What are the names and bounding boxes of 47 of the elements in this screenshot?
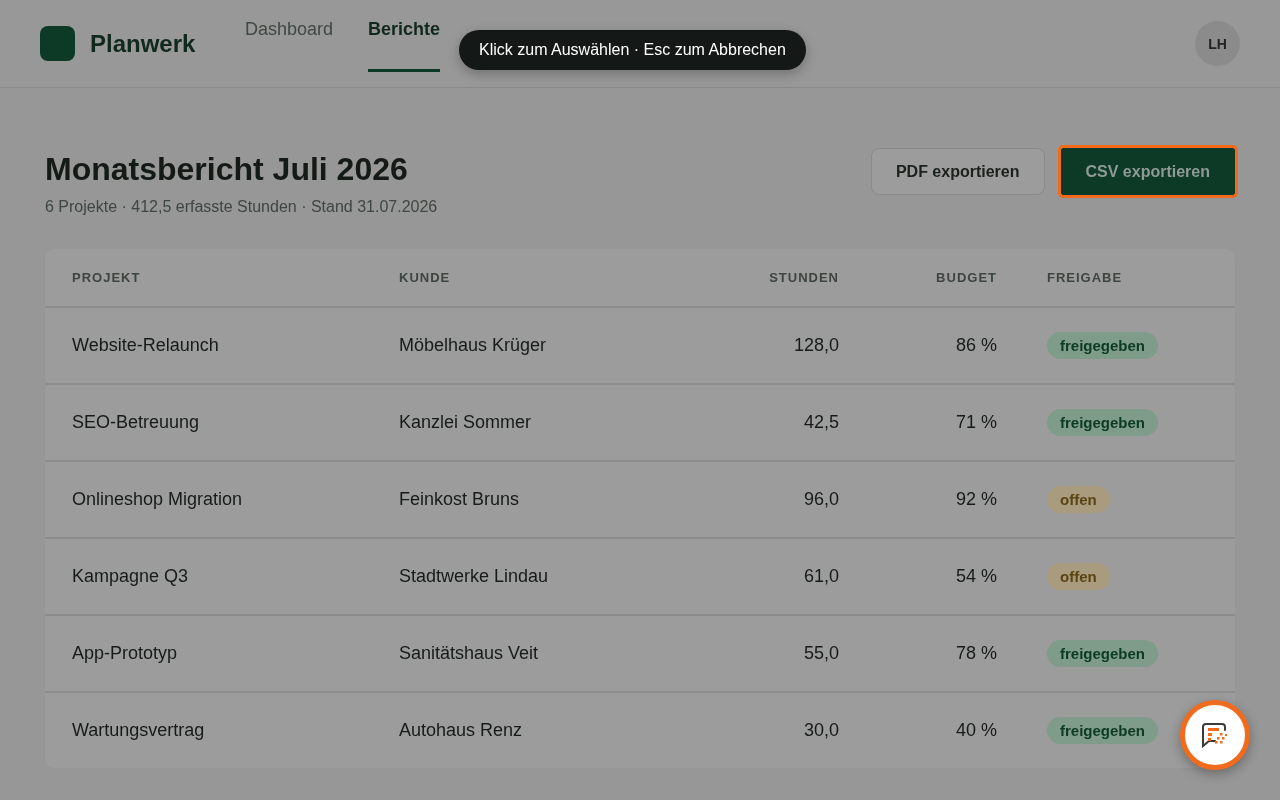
page-subtitle: 6 Projekte · 412,5 erfasste Stunden · Stand 31.07.2026: [45, 198, 438, 216]
table-cell-text: Sanitätshaus Veit: [399, 643, 540, 664]
status-badge: freigegeben: [1047, 640, 1159, 667]
nav-tab[interactable]: Dashboard: [245, 0, 334, 72]
table-cell-text: Onlineshop Migration: [72, 489, 244, 510]
table-cell-text: 128,0: [792, 335, 839, 356]
status-badge: offen: [1047, 486, 1110, 513]
user-avatar[interactable]: LH: [1195, 21, 1240, 66]
status-badge: offen: [1047, 563, 1110, 590]
table-cell-text: 54 %: [954, 566, 997, 587]
table-cell-text: Stadtwerke Lindau: [399, 566, 550, 587]
table-cell-text: Feinkost Bruns: [399, 489, 521, 510]
nav-tab[interactable]: Berichte: [368, 0, 441, 72]
logo-icon: [40, 26, 75, 61]
table-cell-text: 40 %: [954, 720, 997, 741]
status-badge: freigegeben: [1047, 332, 1159, 359]
status-badge: freigegeben: [1047, 409, 1159, 436]
column-header: KUNDE: [399, 270, 452, 285]
status-badge: freigegeben: [1047, 717, 1159, 744]
table-cell-text: Website-Relaunch: [72, 335, 220, 356]
table-cell-text: 78 %: [954, 643, 997, 664]
table-cell-text: 71 %: [954, 412, 997, 433]
table-cell-text: SEO-Betreuung: [72, 412, 201, 433]
export-button[interactable]: PDF exportieren: [870, 148, 1045, 195]
app-name: Planwerk: [90, 29, 196, 58]
table-cell-text: 61,0: [802, 566, 839, 587]
table-cell-text: 92 %: [954, 489, 997, 510]
column-header: BUDGET: [935, 270, 997, 285]
column-header: PROJEKT: [72, 270, 142, 285]
column-header: STUNDEN: [768, 270, 839, 285]
table-cell-text: Kanzlei Sommer: [399, 412, 533, 433]
table-cell-text: App-Prototyp: [72, 643, 179, 664]
chat-button[interactable]: [1180, 700, 1250, 770]
chat-icon: [1200, 720, 1230, 750]
table-cell-text: 96,0: [802, 489, 839, 510]
table-cell-text: 30,0: [802, 720, 839, 741]
table-cell-text: 42,5: [802, 412, 839, 433]
table-cell-text: Wartungsvertrag: [72, 720, 206, 741]
page-title: Monatsbericht Juli 2026: [45, 151, 409, 188]
export-button[interactable]: CSV exportieren: [1060, 148, 1235, 195]
table-cell-text: Kampagne Q3: [72, 566, 190, 587]
table-cell-text: 86 %: [954, 335, 997, 356]
table-cell-text: Autohaus Renz: [399, 720, 524, 741]
tooltip: Klick zum Auswählen · Esc zum Abbrechen: [459, 30, 806, 70]
column-header: FREIGABE: [1047, 270, 1123, 285]
table-cell-text: 55,0: [802, 643, 839, 664]
table-cell-text: Möbelhaus Krüger: [399, 335, 548, 356]
